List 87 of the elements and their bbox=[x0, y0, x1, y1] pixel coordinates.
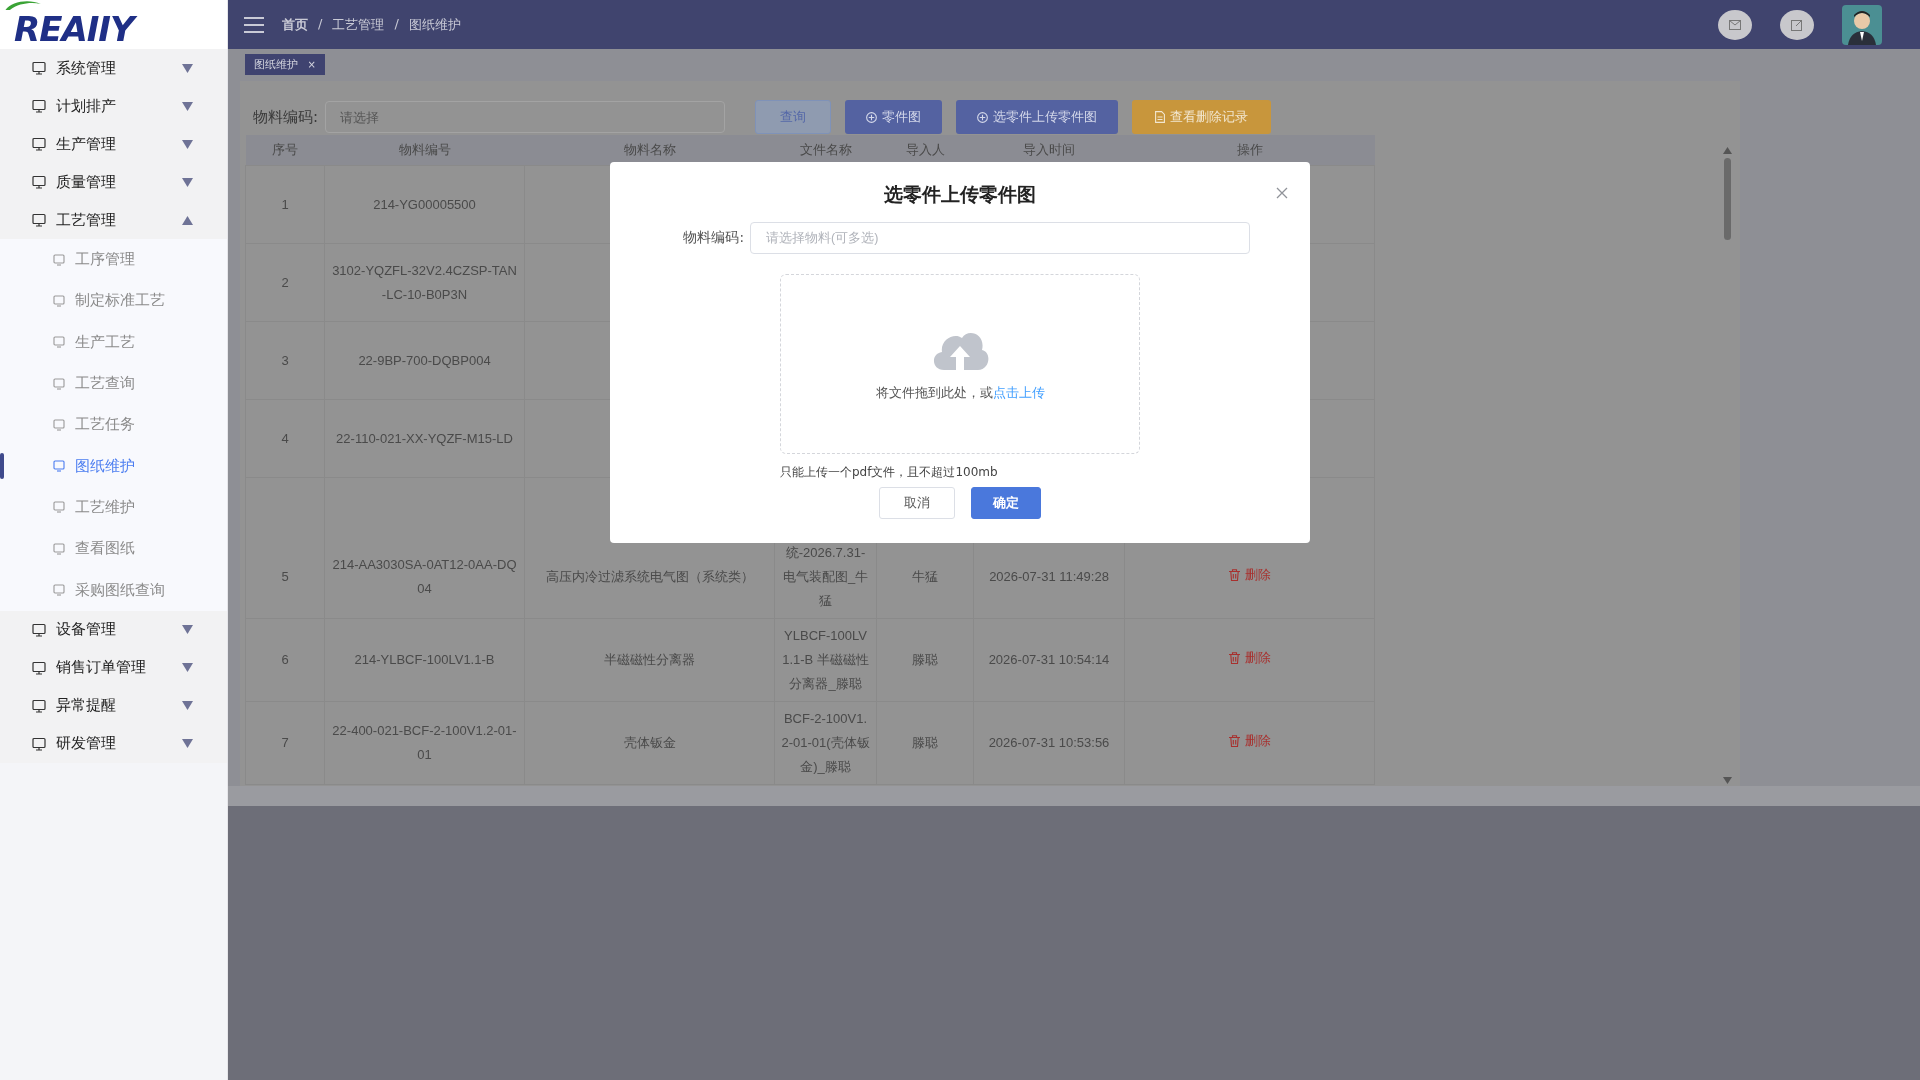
mail-icon[interactable] bbox=[1718, 9, 1752, 40]
monitor-icon bbox=[53, 542, 65, 555]
column-header: 操作 bbox=[1124, 135, 1375, 166]
scrollbar-thumb[interactable] bbox=[1723, 158, 1731, 240]
avatar-icon[interactable] bbox=[1842, 4, 1882, 45]
upload-hint: 将文件拖到此处，或点击上传 bbox=[875, 384, 1045, 402]
table-cell: 3102-YQZFL-32V2.4CZSP-TAN-LC-10-B0P3N bbox=[324, 243, 525, 322]
breadcrumb-item[interactable]: 首页 bbox=[282, 15, 308, 34]
toolbar-button[interactable]: 查看删除记录 bbox=[1132, 100, 1271, 134]
table-cell: 4 bbox=[245, 399, 325, 478]
page-tab[interactable]: 图纸维护 × bbox=[245, 53, 325, 75]
table-cell: 2 bbox=[245, 243, 325, 322]
table-cell: 半磁磁性分离器 bbox=[604, 652, 695, 667]
sidebar-item[interactable]: 研发管理 bbox=[0, 724, 227, 763]
sidebar-item[interactable]: 设备管理 bbox=[0, 610, 227, 649]
trash-icon bbox=[1228, 735, 1240, 747]
sidebar-item[interactable]: 生产管理 bbox=[0, 125, 227, 163]
table-cell: 1 bbox=[245, 165, 325, 244]
dialog-title: 选零件上传零件图 bbox=[884, 182, 1036, 207]
table-cell-text: YLBCF-100LV1.1-B 半磁磁性分离器_滕聪 bbox=[781, 627, 870, 693]
sidebar-subitem[interactable]: 制定标准工艺 bbox=[0, 280, 227, 322]
monitor-icon bbox=[32, 698, 46, 713]
sidebar-subitem[interactable]: 工艺维护 bbox=[0, 486, 227, 529]
table-cell: 22-110-021-XX-YQZF-M15-LD bbox=[324, 399, 525, 478]
field-label: 物料编码: bbox=[682, 229, 744, 247]
table-cell: 214-YG00005500 bbox=[324, 165, 525, 244]
sidebar-item[interactable]: 系统管理 bbox=[0, 49, 227, 87]
table-cell: 2026-07-31 10:53:56 bbox=[988, 735, 1110, 750]
sidebar-subitem[interactable]: 工艺查询 bbox=[0, 362, 227, 405]
column-header: 序号 bbox=[245, 135, 325, 166]
delete-link[interactable]: 删除 bbox=[1222, 731, 1277, 751]
close-icon[interactable] bbox=[1276, 187, 1288, 199]
table-cell: 壳体钣金 bbox=[623, 735, 676, 750]
delete-link[interactable]: 删除 bbox=[1222, 565, 1277, 585]
monitor-icon bbox=[53, 460, 65, 473]
table-cell: 滕聪 bbox=[912, 652, 938, 667]
sidebar-item[interactable]: 质量管理 bbox=[0, 163, 227, 201]
table-cell: 214-AA3030SA-0AT12-0AA-DQ04 bbox=[324, 477, 525, 619]
menu-icon[interactable] bbox=[244, 16, 264, 33]
table-cell: 滕聪 bbox=[912, 735, 938, 750]
toolbar-button[interactable]: 零件图 bbox=[845, 100, 942, 134]
confirm-button[interactable]: 确定 bbox=[971, 487, 1041, 519]
search-label: 物料编码: bbox=[253, 107, 320, 127]
cancel-button[interactable]: 取消 bbox=[879, 487, 955, 519]
plus-circle-icon bbox=[977, 111, 988, 123]
material-select-field[interactable]: 请选择物料(可多选) bbox=[750, 222, 1250, 254]
sidebar-item[interactable]: 工艺管理 bbox=[0, 201, 227, 239]
sidebar-subitem[interactable]: 图纸维护 bbox=[0, 445, 227, 487]
sidebar-item[interactable]: 异常提醒 bbox=[0, 686, 227, 725]
sidebar-subitem[interactable]: 工序管理 bbox=[0, 239, 227, 281]
trash-icon bbox=[1228, 652, 1240, 664]
upload-link[interactable]: 点击上传 bbox=[992, 385, 1045, 400]
table-cell-text: 统-2026.7.31-电气装配图_牛猛 bbox=[781, 544, 870, 610]
table-cell: 2026-07-31 11:49:28 bbox=[989, 569, 1109, 584]
table-cell: 22-400-021-BCF-2-100V1.2-01-01 bbox=[324, 701, 525, 785]
table-cell: 2026-07-31 10:54:14 bbox=[988, 652, 1110, 667]
column-header: 物料编号 bbox=[324, 135, 525, 166]
sidebar-item[interactable]: 计划排产 bbox=[0, 87, 227, 125]
monitor-icon bbox=[32, 61, 46, 75]
upload-dropzone[interactable]: 将文件拖到此处，或点击上传 bbox=[780, 274, 1140, 454]
table-cell: 牛猛 bbox=[912, 569, 938, 584]
tab-close[interactable]: × bbox=[307, 58, 316, 70]
sidebar-subitem[interactable]: 查看图纸 bbox=[0, 528, 227, 570]
column-header: 物料名称 bbox=[524, 135, 775, 166]
edit-icon[interactable] bbox=[1780, 9, 1814, 40]
breadcrumb-item[interactable]: 工艺管理 bbox=[332, 15, 385, 34]
table-cell: 22-9BP-700-DQBP004 bbox=[324, 321, 525, 400]
search-field[interactable]: 请选择 bbox=[325, 101, 725, 133]
sidebar-item[interactable]: 销售订单管理 bbox=[0, 648, 227, 687]
table-cell: 6 bbox=[245, 618, 325, 702]
table-cell: 7 bbox=[245, 701, 325, 785]
sidebar-subitem[interactable]: 工艺任务 bbox=[0, 404, 227, 446]
trash-icon bbox=[1228, 569, 1240, 581]
sidebar-subitem[interactable]: 采购图纸查询 bbox=[0, 569, 227, 611]
table-cell-text: BCF-2-100V1.2-01-01(壳体钣金)_滕聪 bbox=[781, 710, 870, 776]
table-cell: 5 bbox=[245, 477, 325, 619]
sidebar-subitem[interactable]: 生产工艺 bbox=[0, 321, 227, 363]
table-cell: 3 bbox=[245, 321, 325, 400]
toolbar-button[interactable]: 选零件上传零件图 bbox=[956, 100, 1118, 134]
table-cell: 214-YLBCF-100LV1.1-B bbox=[324, 618, 525, 702]
breadcrumb-item[interactable]: 图纸维护 bbox=[408, 15, 461, 34]
table-cell: 高压内冷过滤系统电气图（系统类） bbox=[545, 569, 754, 584]
delete-link[interactable]: 删除 bbox=[1222, 648, 1277, 668]
upload-tip: 只能上传一个pdf文件，且不超过100mb bbox=[780, 464, 999, 481]
breadcrumb-separator: / bbox=[394, 15, 399, 33]
plus-circle-icon bbox=[866, 111, 877, 123]
breadcrumb-separator: / bbox=[318, 15, 323, 33]
